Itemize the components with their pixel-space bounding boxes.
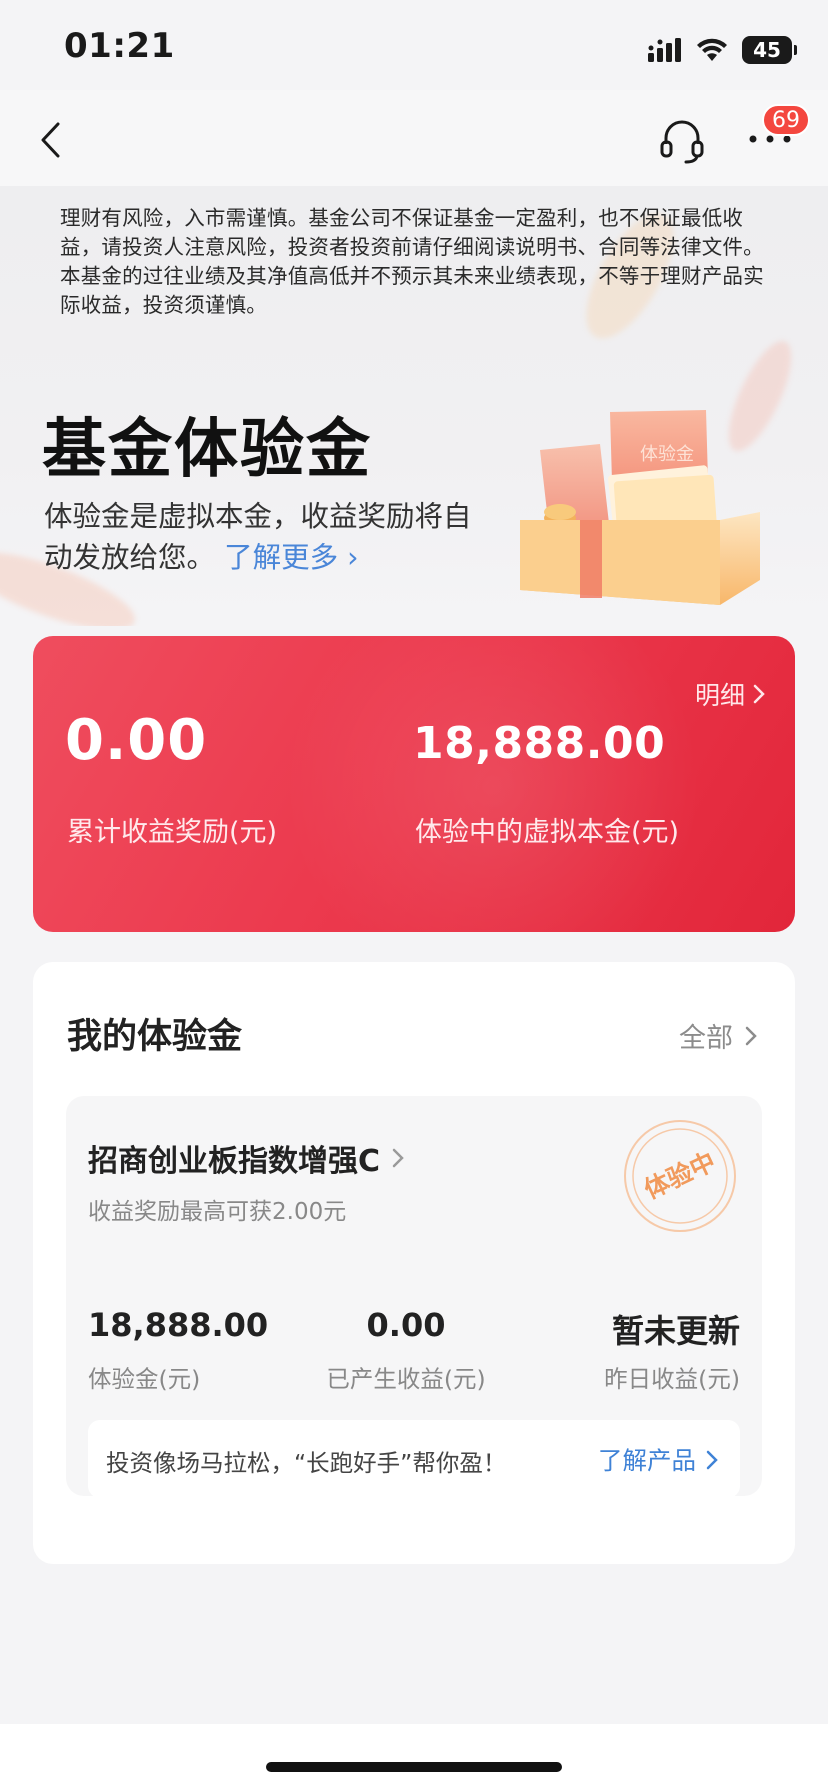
my-trial-funds-section: 我的体验金 全部 招商创业板指数增强C 收益奖励最高可获2.00元 体验中 18… xyxy=(33,962,795,1564)
learn-product-label: 了解产品 xyxy=(598,1446,696,1475)
risk-disclaimer: 理财有风险，入市需谨慎。基金公司不保证基金一定盈利，也不保证最低收益，请投资人注… xyxy=(60,206,764,317)
chevron-right-icon xyxy=(753,684,765,704)
section-title: 我的体验金 xyxy=(67,1017,243,1057)
stat-value-earned: 0.00 xyxy=(366,1306,446,1344)
status-icons: 45 xyxy=(648,32,797,68)
card-shine xyxy=(283,636,703,932)
back-arrow-icon xyxy=(41,122,60,158)
learn-more-label: 了解更多 xyxy=(224,541,339,574)
fund-card[interactable]: 招商创业板指数增强C 收益奖励最高可获2.00元 体验中 18,888.00 体… xyxy=(66,1096,762,1498)
chevron-right-icon xyxy=(392,1148,404,1168)
notification-badge: 69 xyxy=(762,104,810,136)
view-all-link[interactable]: 全部 xyxy=(679,1016,757,1055)
stamp-label: 体验中 xyxy=(640,1147,720,1205)
learn-product-link[interactable]: 了解产品 xyxy=(598,1442,718,1477)
gift-box-illustration: 体验金 xyxy=(520,410,760,605)
back-button[interactable] xyxy=(30,118,70,162)
battery-icon: 45 xyxy=(742,36,797,64)
customer-service-button[interactable] xyxy=(656,116,708,166)
principal-value: 18,888.00 xyxy=(413,718,666,769)
chevron-right-icon xyxy=(706,1450,718,1469)
promo-banner[interactable]: 投资像场马拉松，“长跑好手”帮你盈！ 了解产品 xyxy=(88,1420,740,1498)
detail-link-label: 明细 xyxy=(694,681,745,710)
stat-label-earned: 已产生收益(元) xyxy=(326,1365,486,1393)
reward-value: 0.00 xyxy=(65,708,208,773)
principal-label: 体验中的虚拟本金(元) xyxy=(415,817,680,848)
signal-icon xyxy=(648,38,681,62)
fund-name-link[interactable]: 招商创业板指数增强C xyxy=(88,1136,404,1180)
bottom-safe-area xyxy=(0,1724,828,1792)
headset-icon xyxy=(660,120,704,164)
page-title: 基金体验金 xyxy=(42,413,372,487)
fund-subtitle: 收益奖励最高可获2.00元 xyxy=(88,1199,347,1225)
detail-link[interactable]: 明细 xyxy=(695,676,765,712)
chevron-right-icon xyxy=(745,1026,757,1045)
stat-value-trial: 18,888.00 xyxy=(88,1306,269,1344)
nav-bar: 69 xyxy=(0,90,828,186)
status-time: 01:21 xyxy=(64,26,175,66)
home-indicator[interactable] xyxy=(266,1762,562,1772)
stat-label-trial: 体验金(元) xyxy=(88,1365,201,1393)
view-all-label: 全部 xyxy=(679,1023,733,1054)
stat-label-yesterday: 昨日收益(元) xyxy=(604,1365,740,1393)
gift-label: 体验金 xyxy=(640,444,694,465)
battery-level: 45 xyxy=(753,38,781,62)
hero-description: 体验金是虚拟本金，收益奖励将自动发放给您。 了解更多 › xyxy=(44,496,484,578)
learn-more-link[interactable]: 了解更多 › xyxy=(224,541,358,574)
summary-card: 明细 0.00 18,888.00 累计收益奖励(元) 体验中的虚拟本金(元) xyxy=(33,636,795,932)
wifi-icon xyxy=(697,38,727,61)
fund-name: 招商创业板指数增强C xyxy=(88,1144,381,1179)
reward-label: 累计收益奖励(元) xyxy=(67,817,278,848)
promo-text: 投资像场马拉松，“长跑好手”帮你盈！ xyxy=(106,1449,507,1477)
in-trial-stamp: 体验中 xyxy=(624,1120,736,1232)
stat-value-yesterday: 暂未更新 xyxy=(611,1312,740,1350)
